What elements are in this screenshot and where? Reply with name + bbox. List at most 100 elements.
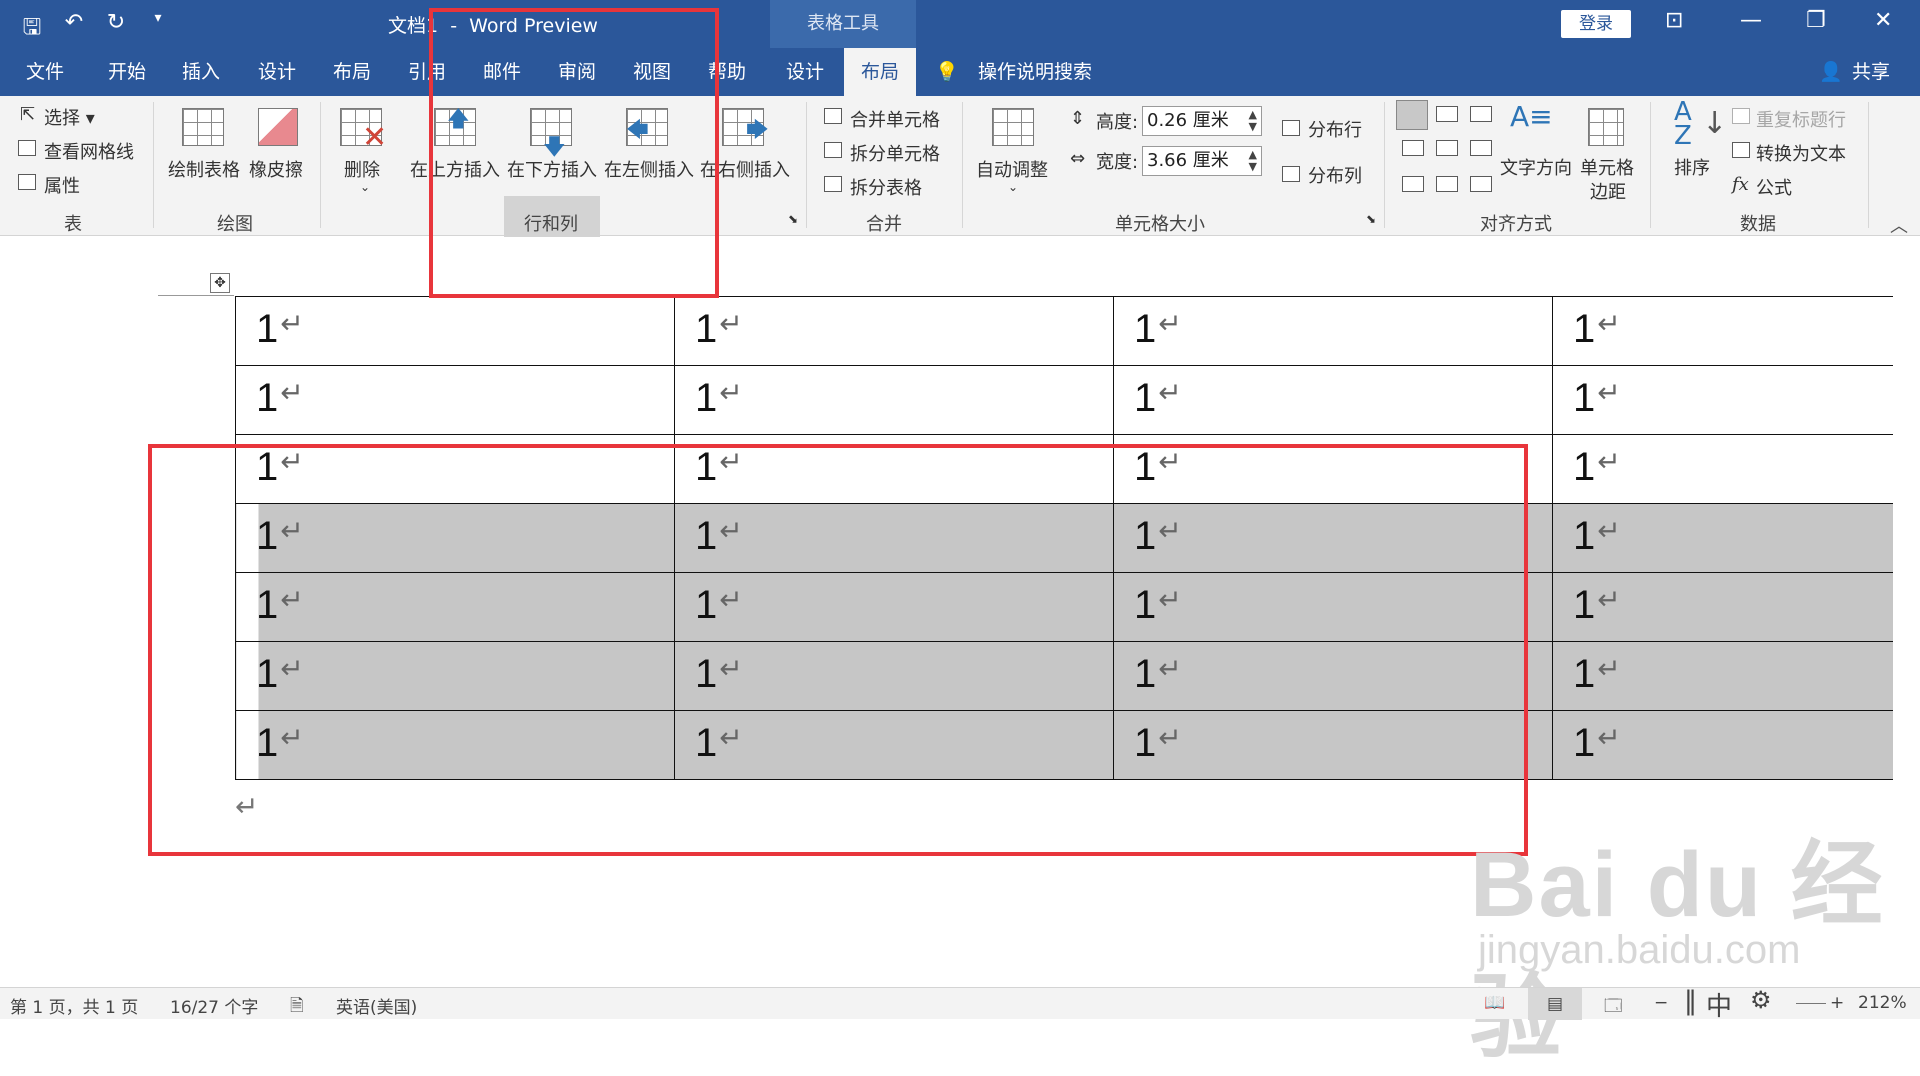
tab-design[interactable]: 设计 — [246, 48, 308, 96]
table-cell[interactable]: 1↵ — [674, 365, 1114, 435]
align-top-center-icon[interactable] — [1436, 106, 1458, 122]
tab-table-design[interactable]: 设计 — [774, 48, 836, 96]
split-table-button[interactable]: 拆分表格 — [850, 174, 922, 200]
table-cell[interactable]: 1↵ — [1552, 503, 1893, 573]
sort-button[interactable]: 排序 — [1674, 154, 1710, 180]
zoom-slider-track[interactable] — [1796, 1003, 1826, 1004]
ime-indicator[interactable]: 中 — [1706, 986, 1732, 1023]
print-layout-icon[interactable]: ▤ — [1528, 988, 1582, 1020]
cell-margins-button-line2[interactable]: 边距 — [1590, 178, 1626, 204]
table-cell[interactable]: 1↵ — [1113, 365, 1553, 435]
align-bottom-left-icon[interactable] — [1402, 176, 1424, 192]
dialog-launcher-icon[interactable]: ⬊ — [1366, 212, 1376, 226]
zoom-in-button[interactable]: + — [1830, 993, 1844, 1013]
align-top-right-icon[interactable] — [1470, 106, 1492, 122]
table-cell[interactable]: 1↵ — [674, 296, 1114, 366]
cell-margins-button[interactable]: 单元格 — [1580, 154, 1634, 180]
properties-button[interactable]: 属性 — [44, 172, 80, 198]
eraser-button[interactable]: 橡皮擦 — [249, 156, 303, 182]
annotation-box-new-rows — [148, 444, 1528, 856]
height-input[interactable]: 0.26 厘米 ▲ ▼ — [1142, 106, 1262, 136]
merge-cells-button[interactable]: 合并单元格 — [850, 106, 940, 132]
table-cell[interactable]: 1↵ — [1552, 572, 1893, 642]
cell-value: 1 — [1573, 721, 1596, 765]
cell-value: 1 — [1573, 307, 1596, 351]
tell-me-search[interactable]: 操作说明搜索 — [975, 48, 1095, 96]
restore-icon[interactable]: ❐ — [1806, 8, 1826, 33]
proofing-icon[interactable]: 🗎 — [290, 993, 304, 1022]
spinner-arrows-icon[interactable]: ▲ ▼ — [1249, 109, 1257, 133]
zoom-out-button[interactable]: − — [1654, 993, 1668, 1013]
autofit-icon — [992, 108, 1034, 146]
text-direction-button[interactable]: 文字方向 — [1500, 154, 1572, 180]
minimize-icon[interactable]: — — [1740, 8, 1762, 33]
table-cell[interactable]: 1↵ — [1552, 434, 1893, 504]
group-separator — [1868, 102, 1869, 228]
return-mark-icon: ↵ — [1597, 308, 1621, 339]
word-count[interactable]: 16/27 个字 — [170, 993, 258, 1018]
collapse-ribbon-icon[interactable]: ︿ — [1890, 212, 1908, 238]
customize-qat-icon[interactable]: ▾ — [144, 10, 172, 48]
login-button[interactable]: 登录 — [1561, 10, 1631, 38]
align-top-left-icon[interactable] — [1396, 100, 1428, 130]
table-cell[interactable]: 1↵ — [235, 296, 675, 366]
tab-file[interactable]: 文件 — [14, 48, 76, 96]
share-button[interactable]: 共享 — [1846, 48, 1896, 96]
properties-icon — [18, 174, 36, 190]
group-separator — [1650, 102, 1651, 228]
width-input[interactable]: 3.66 厘米 ▲ ▼ — [1142, 146, 1262, 176]
zoom-level[interactable]: 212% — [1858, 993, 1907, 1013]
delete-button[interactable]: 删除 — [344, 156, 380, 182]
spinner-arrows-icon[interactable]: ▲ ▼ — [1249, 149, 1257, 173]
read-mode-icon[interactable]: 📖 — [1484, 993, 1505, 1013]
table-cell[interactable]: 1↵ — [1552, 710, 1893, 780]
table-cell[interactable]: 1↵ — [1552, 296, 1893, 366]
autofit-button[interactable]: 自动调整 — [976, 156, 1048, 182]
cell-value: 1 — [1573, 376, 1596, 420]
cell-value: 1 — [1573, 514, 1596, 558]
distribute-rows-button[interactable]: 分布行 — [1308, 116, 1362, 142]
align-bottom-right-icon[interactable] — [1470, 176, 1492, 192]
formula-button[interactable]: 公式 — [1756, 174, 1792, 200]
return-mark-icon: ↵ — [719, 377, 743, 408]
ribbon-display-options-icon[interactable]: ⊡ — [1665, 8, 1683, 33]
undo-icon[interactable]: ↶ — [60, 10, 88, 48]
view-gridlines-button[interactable]: 查看网格线 — [44, 138, 134, 164]
person-icon: 👤 — [1819, 61, 1843, 83]
page-count[interactable]: 第 1 页，共 1 页 — [10, 993, 138, 1018]
table-cell[interactable]: 1↵ — [1552, 365, 1893, 435]
draw-table-button[interactable]: 绘制表格 — [168, 156, 240, 182]
redo-icon[interactable]: ↻ — [102, 10, 130, 48]
align-middle-right-icon[interactable] — [1470, 140, 1492, 156]
cell-margins-icon — [1588, 108, 1624, 146]
tab-table-layout[interactable]: 布局 — [844, 48, 916, 96]
distribute-columns-button[interactable]: 分布列 — [1308, 162, 1362, 188]
return-mark-icon: ↵ — [1597, 584, 1621, 615]
tab-home[interactable]: 开始 — [96, 48, 158, 96]
language[interactable]: 英语(美国) — [336, 993, 417, 1018]
close-icon[interactable]: ✕ — [1874, 8, 1892, 33]
cell-value: 1 — [1573, 652, 1596, 696]
zoom-slider-thumb[interactable]: ‖ — [1684, 986, 1697, 1016]
repeat-header-button[interactable]: 重复标题行 — [1756, 106, 1846, 132]
tab-insert[interactable]: 插入 — [170, 48, 232, 96]
table-cell[interactable]: 1↵ — [1552, 641, 1893, 711]
gear-icon[interactable]: ⚙ — [1750, 986, 1772, 1014]
return-mark-icon: ↵ — [1158, 308, 1182, 339]
align-middle-left-icon[interactable] — [1402, 140, 1424, 156]
web-layout-icon[interactable]: 🗔 — [1604, 993, 1622, 1022]
repeat-header-icon — [1732, 108, 1750, 124]
table-row: 1↵ 1↵ 1↵ 1↵ — [235, 365, 1893, 435]
convert-to-text-button[interactable]: 转换为文本 — [1756, 140, 1846, 166]
split-cells-button[interactable]: 拆分单元格 — [850, 140, 940, 166]
save-icon[interactable]: 🖫 — [18, 10, 46, 48]
annotation-box-insert-below — [429, 8, 719, 298]
table-move-handle-icon[interactable]: ✥ — [210, 273, 230, 293]
table-cell[interactable]: 1↵ — [1113, 296, 1553, 366]
table-cell[interactable]: 1↵ — [235, 365, 675, 435]
align-center-icon[interactable] — [1436, 140, 1458, 156]
select-button[interactable]: 选择 ▾ — [44, 104, 95, 130]
dialog-launcher-icon[interactable]: ⬊ — [788, 212, 798, 226]
align-bottom-center-icon[interactable] — [1436, 176, 1458, 192]
tab-layout[interactable]: 布局 — [321, 48, 383, 96]
